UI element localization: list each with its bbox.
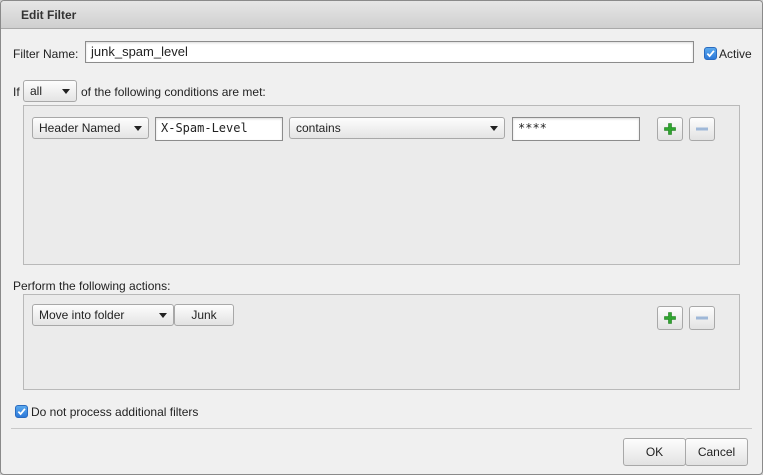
chevron-down-icon [159, 312, 167, 318]
dialog-title: Edit Filter [1, 1, 762, 29]
conditions-prefix: If [13, 85, 20, 99]
folder-button[interactable]: Junk [174, 304, 234, 326]
stop-processing-label: Do not process additional filters [31, 405, 199, 419]
filter-name-input[interactable]: junk_spam_level [85, 41, 694, 63]
plus-icon [664, 312, 676, 324]
condition-operator-value: contains [296, 121, 341, 135]
action-type-select[interactable]: Move into folder [32, 304, 174, 326]
action-type-value: Move into folder [39, 308, 125, 322]
add-action-button[interactable] [657, 306, 683, 330]
plus-icon [664, 123, 676, 135]
chevron-down-icon [62, 88, 70, 94]
match-type-select[interactable]: all [23, 80, 77, 102]
condition-operator-select[interactable]: contains [289, 117, 505, 139]
ok-button[interactable]: OK [623, 438, 686, 466]
add-condition-button[interactable] [657, 117, 683, 141]
chevron-down-icon [490, 125, 498, 131]
active-checkbox[interactable] [704, 47, 717, 60]
chevron-down-icon [134, 125, 142, 131]
minus-icon [696, 127, 708, 131]
conditions-suffix: of the following conditions are met: [81, 85, 266, 99]
remove-action-button[interactable] [689, 306, 715, 330]
checkmark-icon [706, 50, 715, 58]
condition-value-input[interactable]: **** [512, 117, 640, 141]
footer-divider [11, 428, 752, 429]
minus-icon [696, 316, 708, 320]
condition-field-select[interactable]: Header Named [32, 117, 149, 139]
remove-condition-button[interactable] [689, 117, 715, 141]
actions-heading: Perform the following actions: [13, 279, 171, 293]
match-type-value: all [30, 84, 43, 98]
header-name-input[interactable]: X-Spam-Level [155, 117, 283, 141]
checkmark-icon [17, 408, 26, 416]
stop-processing-checkbox[interactable] [15, 405, 28, 418]
active-label: Active [719, 47, 752, 61]
cancel-button[interactable]: Cancel [685, 438, 748, 466]
filter-name-label: Filter Name: [13, 47, 79, 61]
condition-field-value: Header Named [39, 121, 121, 135]
edit-filter-dialog: Edit Filter Filter Name: junk_spam_level… [0, 0, 763, 475]
